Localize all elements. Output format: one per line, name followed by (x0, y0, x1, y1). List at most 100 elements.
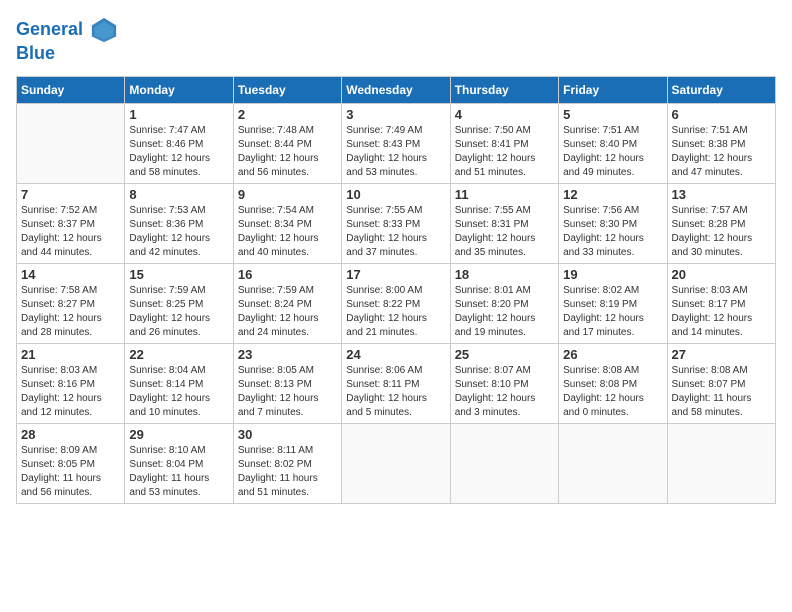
calendar-cell (667, 423, 775, 503)
calendar-cell: 8 Sunrise: 7:53 AM Sunset: 8:36 PM Daylig… (125, 183, 233, 263)
weekday-header-saturday: Saturday (667, 76, 775, 103)
calendar-cell: 25 Sunrise: 8:07 AM Sunset: 8:10 PM Dayli… (450, 343, 558, 423)
day-info: Sunrise: 8:10 AM Sunset: 8:04 PM Dayligh… (129, 444, 228, 500)
day-info: Sunrise: 7:49 AM Sunset: 8:43 PM Dayligh… (346, 124, 445, 180)
calendar-cell: 3 Sunrise: 7:49 AM Sunset: 8:43 PM Daylig… (342, 103, 450, 183)
calendar-week-1: 1 Sunrise: 7:47 AM Sunset: 8:46 PM Daylig… (17, 103, 776, 183)
calendar-cell: 9 Sunrise: 7:54 AM Sunset: 8:34 PM Daylig… (233, 183, 341, 263)
calendar-cell: 21 Sunrise: 8:03 AM Sunset: 8:16 PM Dayli… (17, 343, 125, 423)
calendar-cell (342, 423, 450, 503)
calendar-cell (450, 423, 558, 503)
day-info: Sunrise: 8:05 AM Sunset: 8:13 PM Dayligh… (238, 364, 337, 420)
day-info: Sunrise: 8:04 AM Sunset: 8:14 PM Dayligh… (129, 364, 228, 420)
day-number: 1 (129, 107, 228, 122)
day-number: 29 (129, 427, 228, 442)
day-info: Sunrise: 8:03 AM Sunset: 8:16 PM Dayligh… (21, 364, 120, 420)
calendar-cell: 14Sunrise: 7:58 AM Sunset: 8:27 PM Dayli… (17, 263, 125, 343)
calendar-week-2: 7 Sunrise: 7:52 AM Sunset: 8:37 PM Daylig… (17, 183, 776, 263)
day-info: Sunrise: 7:50 AM Sunset: 8:41 PM Dayligh… (455, 124, 554, 180)
calendar-cell: 4 Sunrise: 7:50 AM Sunset: 8:41 PM Daylig… (450, 103, 558, 183)
day-number: 16 (238, 267, 337, 282)
day-number: 6 (672, 107, 771, 122)
day-info: Sunrise: 8:07 AM Sunset: 8:10 PM Dayligh… (455, 364, 554, 420)
calendar-cell: 20 Sunrise: 8:03 AM Sunset: 8:17 PM Dayli… (667, 263, 775, 343)
calendar-week-3: 14Sunrise: 7:58 AM Sunset: 8:27 PM Dayli… (17, 263, 776, 343)
day-number: 14 (21, 267, 120, 282)
day-number: 12 (563, 187, 662, 202)
day-number: 22 (129, 347, 228, 362)
calendar-cell (559, 423, 667, 503)
calendar-cell: 5Sunrise: 7:51 AM Sunset: 8:40 PM Daylig… (559, 103, 667, 183)
calendar-cell (17, 103, 125, 183)
calendar-table: SundayMondayTuesdayWednesdayThursdayFrid… (16, 76, 776, 504)
day-info: Sunrise: 7:59 AM Sunset: 8:24 PM Dayligh… (238, 284, 337, 340)
day-number: 19 (563, 267, 662, 282)
page-header: General Blue (16, 16, 776, 64)
day-number: 23 (238, 347, 337, 362)
day-info: Sunrise: 7:51 AM Sunset: 8:40 PM Dayligh… (563, 124, 662, 180)
weekday-header-tuesday: Tuesday (233, 76, 341, 103)
day-info: Sunrise: 7:59 AM Sunset: 8:25 PM Dayligh… (129, 284, 228, 340)
day-number: 10 (346, 187, 445, 202)
day-info: Sunrise: 7:55 AM Sunset: 8:33 PM Dayligh… (346, 204, 445, 260)
day-number: 20 (672, 267, 771, 282)
logo: General Blue (16, 16, 118, 64)
calendar-cell: 12 Sunrise: 7:56 AM Sunset: 8:30 PM Dayli… (559, 183, 667, 263)
day-number: 8 (129, 187, 228, 202)
calendar-cell: 16 Sunrise: 7:59 AM Sunset: 8:24 PM Dayli… (233, 263, 341, 343)
weekday-header-thursday: Thursday (450, 76, 558, 103)
day-info: Sunrise: 8:02 AM Sunset: 8:19 PM Dayligh… (563, 284, 662, 340)
day-number: 24 (346, 347, 445, 362)
day-info: Sunrise: 7:47 AM Sunset: 8:46 PM Dayligh… (129, 124, 228, 180)
calendar-week-5: 28Sunrise: 8:09 AM Sunset: 8:05 PM Dayli… (17, 423, 776, 503)
day-info: Sunrise: 8:11 AM Sunset: 8:02 PM Dayligh… (238, 444, 337, 500)
day-number: 25 (455, 347, 554, 362)
calendar-week-4: 21 Sunrise: 8:03 AM Sunset: 8:16 PM Dayli… (17, 343, 776, 423)
day-info: Sunrise: 7:53 AM Sunset: 8:36 PM Dayligh… (129, 204, 228, 260)
calendar-cell: 7 Sunrise: 7:52 AM Sunset: 8:37 PM Daylig… (17, 183, 125, 263)
day-number: 17 (346, 267, 445, 282)
day-number: 4 (455, 107, 554, 122)
day-info: Sunrise: 7:51 AM Sunset: 8:38 PM Dayligh… (672, 124, 771, 180)
day-info: Sunrise: 7:52 AM Sunset: 8:37 PM Dayligh… (21, 204, 120, 260)
calendar-cell: 28Sunrise: 8:09 AM Sunset: 8:05 PM Dayli… (17, 423, 125, 503)
day-number: 9 (238, 187, 337, 202)
weekday-header-monday: Monday (125, 76, 233, 103)
day-info: Sunrise: 7:48 AM Sunset: 8:44 PM Dayligh… (238, 124, 337, 180)
calendar-cell: 6 Sunrise: 7:51 AM Sunset: 8:38 PM Daylig… (667, 103, 775, 183)
day-info: Sunrise: 8:09 AM Sunset: 8:05 PM Dayligh… (21, 444, 120, 500)
day-number: 3 (346, 107, 445, 122)
logo-text2: Blue (16, 44, 118, 64)
calendar-cell: 26 Sunrise: 8:08 AM Sunset: 8:08 PM Dayli… (559, 343, 667, 423)
day-info: Sunrise: 7:54 AM Sunset: 8:34 PM Dayligh… (238, 204, 337, 260)
logo-text: General (16, 16, 118, 44)
day-number: 7 (21, 187, 120, 202)
day-info: Sunrise: 7:55 AM Sunset: 8:31 PM Dayligh… (455, 204, 554, 260)
day-info: Sunrise: 8:08 AM Sunset: 8:08 PM Dayligh… (563, 364, 662, 420)
day-info: Sunrise: 8:03 AM Sunset: 8:17 PM Dayligh… (672, 284, 771, 340)
calendar-cell: 19 Sunrise: 8:02 AM Sunset: 8:19 PM Dayli… (559, 263, 667, 343)
calendar-cell: 22 Sunrise: 8:04 AM Sunset: 8:14 PM Dayli… (125, 343, 233, 423)
weekday-header-friday: Friday (559, 76, 667, 103)
day-number: 21 (21, 347, 120, 362)
day-info: Sunrise: 7:56 AM Sunset: 8:30 PM Dayligh… (563, 204, 662, 260)
day-number: 13 (672, 187, 771, 202)
weekday-header-sunday: Sunday (17, 76, 125, 103)
day-number: 18 (455, 267, 554, 282)
calendar-cell: 24Sunrise: 8:06 AM Sunset: 8:11 PM Dayli… (342, 343, 450, 423)
day-info: Sunrise: 7:57 AM Sunset: 8:28 PM Dayligh… (672, 204, 771, 260)
calendar-cell: 17 Sunrise: 8:00 AM Sunset: 8:22 PM Dayli… (342, 263, 450, 343)
day-number: 11 (455, 187, 554, 202)
calendar-cell: 2 Sunrise: 7:48 AM Sunset: 8:44 PM Daylig… (233, 103, 341, 183)
day-number: 15 (129, 267, 228, 282)
calendar-cell: 1 Sunrise: 7:47 AM Sunset: 8:46 PM Daylig… (125, 103, 233, 183)
weekday-header-wednesday: Wednesday (342, 76, 450, 103)
day-info: Sunrise: 8:00 AM Sunset: 8:22 PM Dayligh… (346, 284, 445, 340)
day-number: 27 (672, 347, 771, 362)
calendar-cell: 15 Sunrise: 7:59 AM Sunset: 8:25 PM Dayli… (125, 263, 233, 343)
day-number: 2 (238, 107, 337, 122)
calendar-cell: 29 Sunrise: 8:10 AM Sunset: 8:04 PM Dayli… (125, 423, 233, 503)
day-number: 30 (238, 427, 337, 442)
calendar-cell: 10 Sunrise: 7:55 AM Sunset: 8:33 PM Dayli… (342, 183, 450, 263)
day-number: 26 (563, 347, 662, 362)
